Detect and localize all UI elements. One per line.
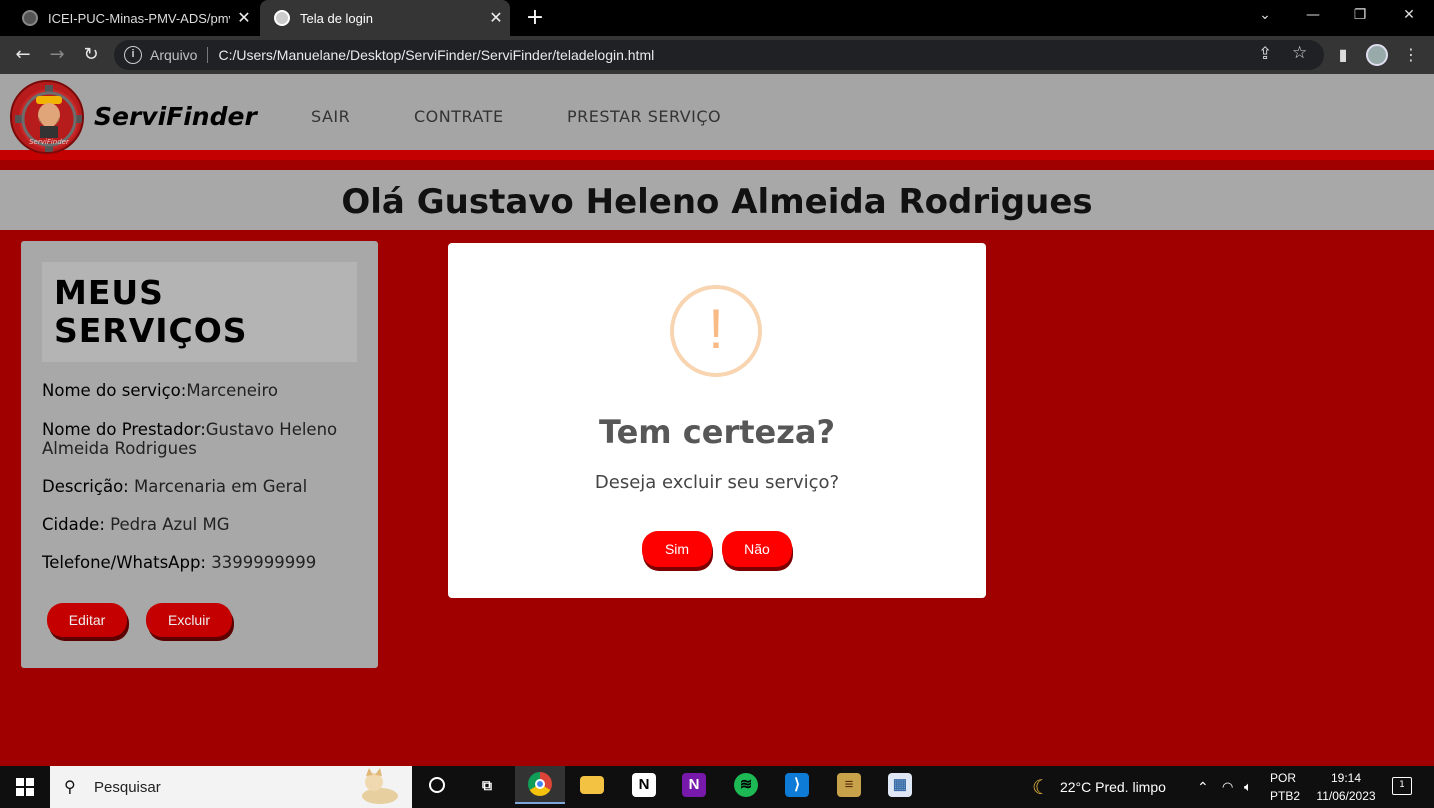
language-indicator[interactable]: POR PTB2	[1270, 769, 1304, 805]
card-title-box: MEUS SERVIÇOS	[42, 262, 357, 362]
site-header: ServiFinder ServiFinder SAIR CONTRATE PR…	[0, 74, 1434, 160]
browser-tab-strip: ICEI-PUC-Minas-PMV-ADS/pmv- ✕ Tela de lo…	[0, 0, 1434, 36]
system-clock[interactable]: 19:14 11/06/2023	[1308, 769, 1384, 805]
field-description: Descrição: Marcenaria em Geral	[42, 477, 357, 496]
address-scheme: Arquivo	[150, 47, 198, 63]
delete-button[interactable]: Excluir	[146, 603, 232, 637]
address-divider	[207, 47, 209, 63]
edit-button[interactable]: Editar	[47, 603, 127, 637]
forward-icon[interactable]: →	[44, 42, 70, 68]
tab-github[interactable]: ICEI-PUC-Minas-PMV-ADS/pmv- ✕	[8, 0, 258, 36]
volume-icon[interactable]: 🔈︎	[1244, 766, 1252, 808]
github-icon	[22, 10, 38, 26]
service-card: MEUS SERVIÇOS Nome do serviço:Marceneiro…	[21, 241, 378, 668]
weather-widget[interactable]: ☾ 22°C Pred. limpo	[1032, 766, 1166, 808]
language-code: POR	[1270, 771, 1297, 785]
onenote-icon[interactable]: N	[669, 766, 719, 804]
dialog-title: Tem certeza?	[599, 413, 835, 451]
search-highlight-cat-icon	[362, 768, 398, 804]
search-icon: ⚲	[64, 779, 76, 796]
close-icon[interactable]: ✕	[482, 8, 510, 28]
field-city: Cidade: Pedra Azul MG	[42, 515, 357, 534]
field-value: 3399999999	[205, 553, 317, 572]
globe-icon	[274, 10, 290, 26]
back-icon[interactable]: ←	[10, 42, 36, 68]
address-url: C:/Users/Manuelane/Desktop/ServiFinder/S…	[218, 47, 655, 63]
field-label: Cidade:	[42, 515, 105, 534]
greeting-bar: Olá Gustavo Heleno Almeida Rodrigues	[0, 170, 1434, 230]
side-panel-icon[interactable]: ▮	[1330, 42, 1356, 68]
profile-avatar[interactable]	[1364, 42, 1390, 68]
weather-moon-icon: ☾	[1032, 776, 1050, 799]
tab-search-icon[interactable]: ⌄	[1242, 0, 1288, 32]
field-label: Nome do serviço:	[42, 381, 187, 400]
field-label: Telefone/WhatsApp:	[42, 553, 206, 572]
game-app-icon[interactable]: ≡	[824, 766, 874, 804]
close-icon[interactable]: ✕	[230, 8, 258, 28]
confirm-dialog: ! Tem certeza? Deseja excluir seu serviç…	[448, 243, 986, 598]
tab-tela-de-login[interactable]: Tela de login ✕	[260, 0, 510, 36]
info-icon[interactable]: i	[124, 46, 142, 64]
reload-icon[interactable]: ↻	[78, 42, 104, 68]
taskbar-search-input[interactable]: ⚲ Pesquisar	[50, 766, 412, 808]
nav-contrate[interactable]: CONTRATE	[414, 107, 504, 126]
web-page: ServiFinder ServiFinder SAIR CONTRATE PR…	[0, 74, 1434, 766]
notion-icon[interactable]: N	[619, 766, 669, 804]
tab-title: ICEI-PUC-Minas-PMV-ADS/pmv-	[48, 10, 230, 26]
restore-button[interactable]: ❐	[1337, 0, 1383, 32]
field-label: Descrição:	[42, 477, 129, 496]
vscode-icon[interactable]: ⟩	[772, 766, 822, 804]
field-label: Nome do Prestador:	[42, 420, 206, 439]
windows-taskbar: ⚲ Pesquisar ⧉ N N ≋ ⟩ ≡ ▦ ☾ 22°C Pred. l…	[0, 766, 1434, 808]
clock-date: 11/06/2023	[1316, 789, 1376, 803]
share-icon[interactable]: ⇪	[1258, 44, 1272, 64]
notification-count: 1	[1399, 780, 1405, 790]
address-bar[interactable]: i Arquivo C:/Users/Manuelane/Desktop/Ser…	[114, 40, 1324, 70]
close-window-button[interactable]: ✕	[1386, 0, 1432, 32]
nav-prestar-servico[interactable]: PRESTAR SERVIÇO	[567, 107, 721, 126]
field-value: Marceneiro	[186, 381, 279, 400]
file-explorer-icon[interactable]	[567, 766, 617, 804]
task-view-icon[interactable]: ⧉	[462, 766, 512, 804]
field-service-name: Nome do serviço:Marceneiro	[42, 381, 357, 400]
minimize-button[interactable]: —	[1290, 0, 1336, 32]
svg-text:ServiFinder: ServiFinder	[29, 138, 70, 146]
field-provider-name: Nome do Prestador:Gustavo Heleno Almeida…	[42, 420, 357, 458]
cortana-icon[interactable]	[412, 766, 462, 804]
screen: ICEI-PUC-Minas-PMV-ADS/pmv- ✕ Tela de lo…	[0, 0, 1434, 808]
weather-text: 22°C Pred. limpo	[1059, 779, 1166, 795]
tab-title: Tela de login	[300, 10, 373, 26]
bookmark-star-icon[interactable]: ☆	[1292, 43, 1307, 63]
nav-sair[interactable]: SAIR	[311, 107, 350, 126]
new-tab-button[interactable]: +	[522, 5, 548, 31]
confirm-no-button[interactable]: Não	[722, 531, 792, 567]
keyboard-layout: PTB2	[1270, 789, 1301, 803]
card-title: MEUS SERVIÇOS	[54, 273, 248, 350]
spotify-icon[interactable]: ≋	[721, 766, 771, 804]
field-value: Marcenaria em Geral	[128, 477, 308, 496]
greeting-title: Olá Gustavo Heleno Almeida Rodrigues	[341, 182, 1093, 222]
servifinder-logo[interactable]: ServiFinder	[10, 80, 84, 154]
image-app-icon[interactable]: ▦	[875, 766, 925, 804]
field-phone: Telefone/WhatsApp: 3399999999	[42, 553, 357, 572]
dialog-message: Deseja excluir seu serviço?	[594, 472, 840, 493]
brand-name: ServiFinder	[94, 102, 257, 131]
tray-chevron-icon[interactable]: ⌃	[1197, 766, 1209, 808]
clock-time: 19:14	[1330, 771, 1362, 785]
warning-icon: !	[670, 285, 762, 377]
network-icon[interactable]: ◠	[1222, 766, 1233, 808]
windows-start-icon[interactable]	[16, 778, 34, 796]
notification-center-icon[interactable]: 1	[1392, 777, 1412, 795]
confirm-yes-button[interactable]: Sim	[642, 531, 712, 567]
field-value: Pedra Azul MG	[104, 515, 230, 534]
menu-icon[interactable]: ⋮	[1398, 42, 1424, 68]
warning-mark: !	[708, 297, 724, 360]
chrome-icon[interactable]	[515, 766, 565, 804]
browser-toolbar: ← → ↻ i Arquivo C:/Users/Manuelane/Deskt…	[0, 36, 1434, 74]
search-placeholder: Pesquisar	[94, 778, 161, 796]
